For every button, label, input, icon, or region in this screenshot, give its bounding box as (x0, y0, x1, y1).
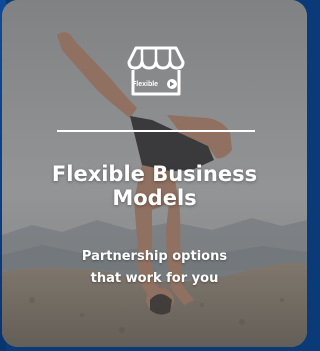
card-title-line-1: Flexible Business (51, 162, 258, 186)
feature-card[interactable]: Flexible Flexible Business Models Partne… (2, 0, 307, 347)
storefront-icon (127, 46, 185, 96)
divider-line (57, 130, 255, 132)
logo-text: Flexible (132, 81, 159, 88)
card-subtitle-line-1: Partnership options (81, 249, 228, 264)
card-subtitle-line-2: that work for you (90, 271, 219, 286)
card-title-line-2: Models (112, 186, 197, 210)
card-subtitle: Partnership options that work for you (22, 246, 287, 290)
card-title: Flexible Business Models (12, 162, 297, 210)
